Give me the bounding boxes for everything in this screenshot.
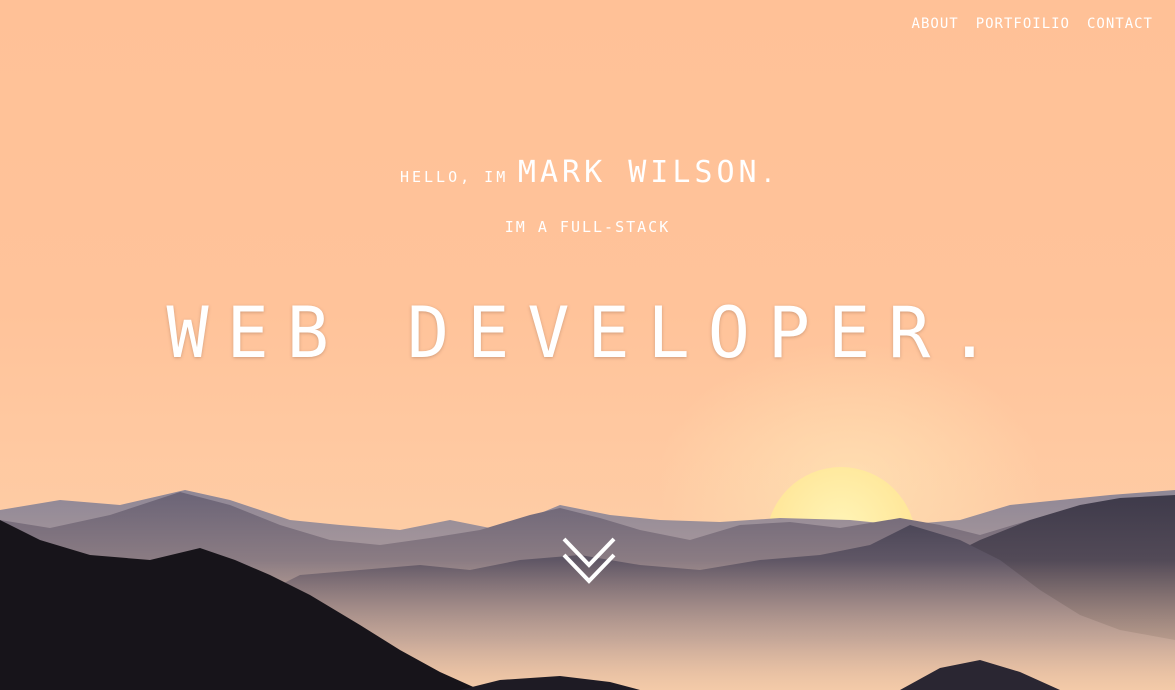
intro-line: HELLO, IM MARK WILSON.: [0, 155, 1175, 190]
name-suffix: .: [760, 160, 776, 188]
scroll-down-button[interactable]: [560, 535, 618, 585]
greeting-text: HELLO, IM: [399, 168, 509, 186]
nav-link-portfolio[interactable]: PORTFOILIO: [976, 16, 1070, 32]
nav-link-contact[interactable]: CONTACT: [1087, 16, 1153, 32]
top-navigation: ABOUT PORTFOILIO CONTACT: [912, 16, 1153, 32]
name-text: MARK WILSON: [517, 155, 761, 190]
double-chevron-down-icon: [562, 537, 616, 584]
subtitle-text: IM A FULL-STACK: [504, 218, 671, 236]
nav-link-about[interactable]: ABOUT: [912, 16, 959, 32]
headline-text: WEB DEVELOPER.: [166, 292, 1009, 374]
hero-section: ABOUT PORTFOILIO CONTACT HELLO, IM MARK …: [0, 0, 1175, 690]
